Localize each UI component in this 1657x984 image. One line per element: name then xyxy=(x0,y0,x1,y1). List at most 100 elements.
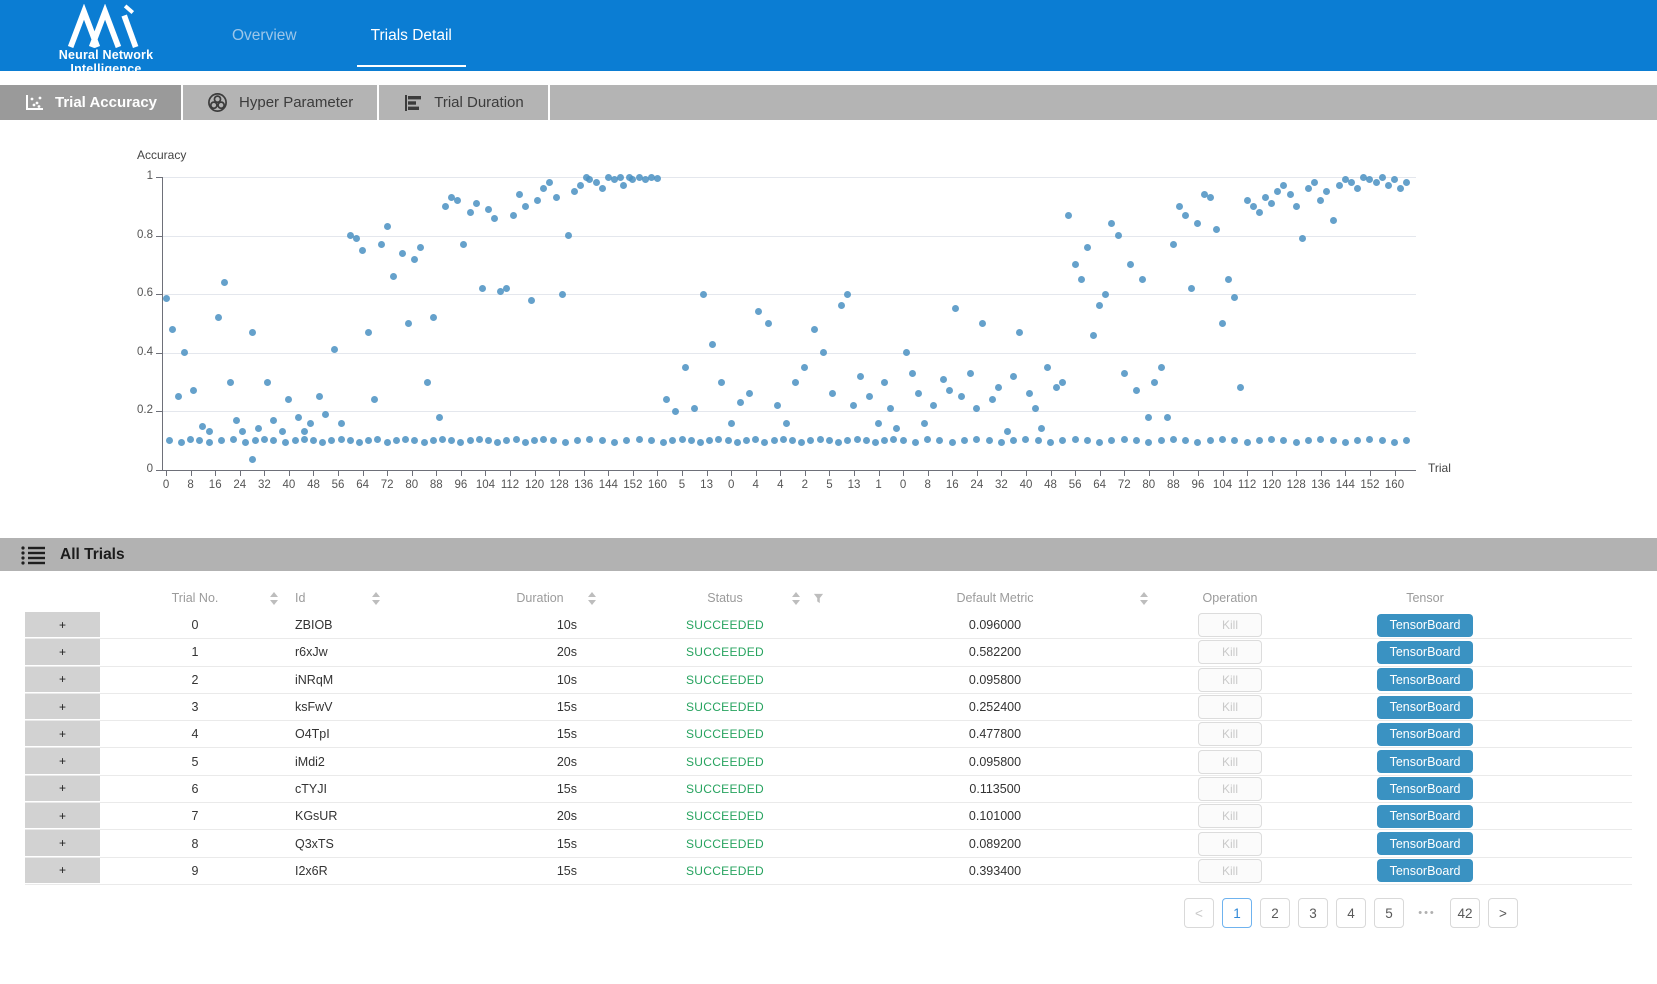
kill-button[interactable]: Kill xyxy=(1198,832,1262,856)
scatter-point xyxy=(715,436,722,443)
scatter-point xyxy=(663,396,670,403)
x-axis-label: 56 xyxy=(332,479,345,491)
nav-trials-detail[interactable]: Trials Detail xyxy=(363,0,460,71)
x-axis-tick xyxy=(1051,470,1052,476)
expand-row-button[interactable]: + xyxy=(25,612,100,638)
kill-button[interactable]: Kill xyxy=(1198,640,1262,664)
cell-default-metric: 0.477800 xyxy=(830,721,1160,747)
pagination-next-icon[interactable]: > xyxy=(1488,898,1518,928)
cell-trial-no: 7 xyxy=(100,803,290,829)
scatter-point xyxy=(1256,209,1263,216)
x-axis-label: 8 xyxy=(187,479,193,491)
expand-row-button[interactable]: + xyxy=(25,748,100,774)
pagination-page-1[interactable]: 1 xyxy=(1222,898,1252,928)
scatter-point xyxy=(1151,379,1158,386)
tensorboard-button[interactable]: TensorBoard xyxy=(1377,723,1473,746)
kill-button[interactable]: Kill xyxy=(1198,750,1262,774)
scatter-point xyxy=(817,436,824,443)
expand-row-button[interactable]: + xyxy=(25,694,100,720)
tensorboard-button[interactable]: TensorBoard xyxy=(1377,777,1473,800)
tensorboard-button[interactable]: TensorBoard xyxy=(1377,805,1473,828)
scatter-point xyxy=(660,439,667,446)
column-header-duration[interactable]: Duration xyxy=(460,584,620,612)
scatter-point xyxy=(835,439,842,446)
tensorboard-button[interactable]: TensorBoard xyxy=(1377,614,1473,637)
tab-hyper-parameter[interactable]: Hyper Parameter xyxy=(183,85,379,120)
cell-id: O4TpI xyxy=(290,721,460,747)
x-axis-tick xyxy=(780,470,781,476)
scatter-point xyxy=(1366,436,1373,443)
x-axis-tick xyxy=(461,470,462,476)
column-header-trial-no-[interactable]: Trial No. xyxy=(100,584,290,612)
pagination-page-4[interactable]: 4 xyxy=(1336,898,1366,928)
column-header-default-metric[interactable]: Default Metric xyxy=(830,584,1160,612)
kill-button[interactable]: Kill xyxy=(1198,859,1262,883)
top-nav: Overview Trials Detail xyxy=(210,0,460,71)
scatter-point xyxy=(218,437,225,444)
nav-overview[interactable]: Overview xyxy=(224,0,305,71)
cell-default-metric: 0.089200 xyxy=(830,830,1160,856)
y-axis-tick xyxy=(156,353,163,354)
x-axis-tick xyxy=(756,470,757,476)
kill-button[interactable]: Kill xyxy=(1198,695,1262,719)
scatter-point xyxy=(199,423,206,430)
filter-icon[interactable] xyxy=(813,593,824,604)
scatter-point xyxy=(1317,436,1324,443)
scatter-point xyxy=(230,436,237,443)
cell-default-metric: 0.393400 xyxy=(830,858,1160,884)
x-axis-tick xyxy=(1198,470,1199,476)
expand-row-button[interactable]: + xyxy=(25,858,100,884)
scatter-point xyxy=(893,425,900,432)
kill-button[interactable]: Kill xyxy=(1198,722,1262,746)
expand-row-button[interactable]: + xyxy=(25,803,100,829)
pagination-page-3[interactable]: 3 xyxy=(1298,898,1328,928)
kill-button[interactable]: Kill xyxy=(1198,668,1262,692)
sort-icon[interactable] xyxy=(1140,592,1148,605)
x-axis-label: 128 xyxy=(550,479,569,491)
scatter-point xyxy=(1280,437,1287,444)
tab-trial-accuracy[interactable]: Trial Accuracy xyxy=(0,85,183,120)
scatter-point xyxy=(338,420,345,427)
scatter-point xyxy=(485,437,492,444)
tensorboard-button[interactable]: TensorBoard xyxy=(1377,668,1473,691)
sort-icon[interactable] xyxy=(588,592,596,605)
column-header-status[interactable]: Status xyxy=(620,584,830,612)
pagination-page-2[interactable]: 2 xyxy=(1260,898,1290,928)
expand-row-button[interactable]: + xyxy=(25,667,100,693)
kill-button[interactable]: Kill xyxy=(1198,777,1262,801)
tensorboard-button[interactable]: TensorBoard xyxy=(1377,641,1473,664)
table-row: +5iMdi220sSUCCEEDED0.095800KillTensorBoa… xyxy=(25,748,1632,775)
scatter-point xyxy=(378,241,385,248)
sort-icon[interactable] xyxy=(792,592,800,605)
pagination-prev-icon[interactable]: < xyxy=(1184,898,1214,928)
kill-button[interactable]: Kill xyxy=(1198,613,1262,637)
expand-row-button[interactable]: + xyxy=(25,830,100,856)
tab-trial-duration[interactable]: Trial Duration xyxy=(379,85,549,120)
x-axis-label: 120 xyxy=(525,479,544,491)
scatter-point xyxy=(1336,182,1343,189)
cell-duration: 15s xyxy=(460,830,620,856)
pagination-page-5[interactable]: 5 xyxy=(1374,898,1404,928)
sort-icon[interactable] xyxy=(270,592,278,605)
scatter-point xyxy=(439,436,446,443)
scatter-point xyxy=(1299,235,1306,242)
tensorboard-button[interactable]: TensorBoard xyxy=(1377,750,1473,773)
tensorboard-button[interactable]: TensorBoard xyxy=(1377,696,1473,719)
sort-icon[interactable] xyxy=(372,592,380,605)
expand-row-button[interactable]: + xyxy=(25,639,100,665)
scatter-point xyxy=(771,437,778,444)
scatter-point xyxy=(850,402,857,409)
cell-trial-no: 4 xyxy=(100,721,290,747)
tensorboard-button[interactable]: TensorBoard xyxy=(1377,832,1473,855)
scatter-point xyxy=(1194,220,1201,227)
kill-button[interactable]: Kill xyxy=(1198,804,1262,828)
pagination: <12345•••42> xyxy=(1184,898,1518,928)
column-header-id[interactable]: Id xyxy=(290,584,460,612)
x-axis-tick xyxy=(485,470,486,476)
scatter-point xyxy=(940,376,947,383)
expand-row-button[interactable]: + xyxy=(25,776,100,802)
pagination-page-42[interactable]: 42 xyxy=(1450,898,1480,928)
expand-row-button[interactable]: + xyxy=(25,721,100,747)
scatter-point xyxy=(669,437,676,444)
tensorboard-button[interactable]: TensorBoard xyxy=(1377,859,1473,882)
